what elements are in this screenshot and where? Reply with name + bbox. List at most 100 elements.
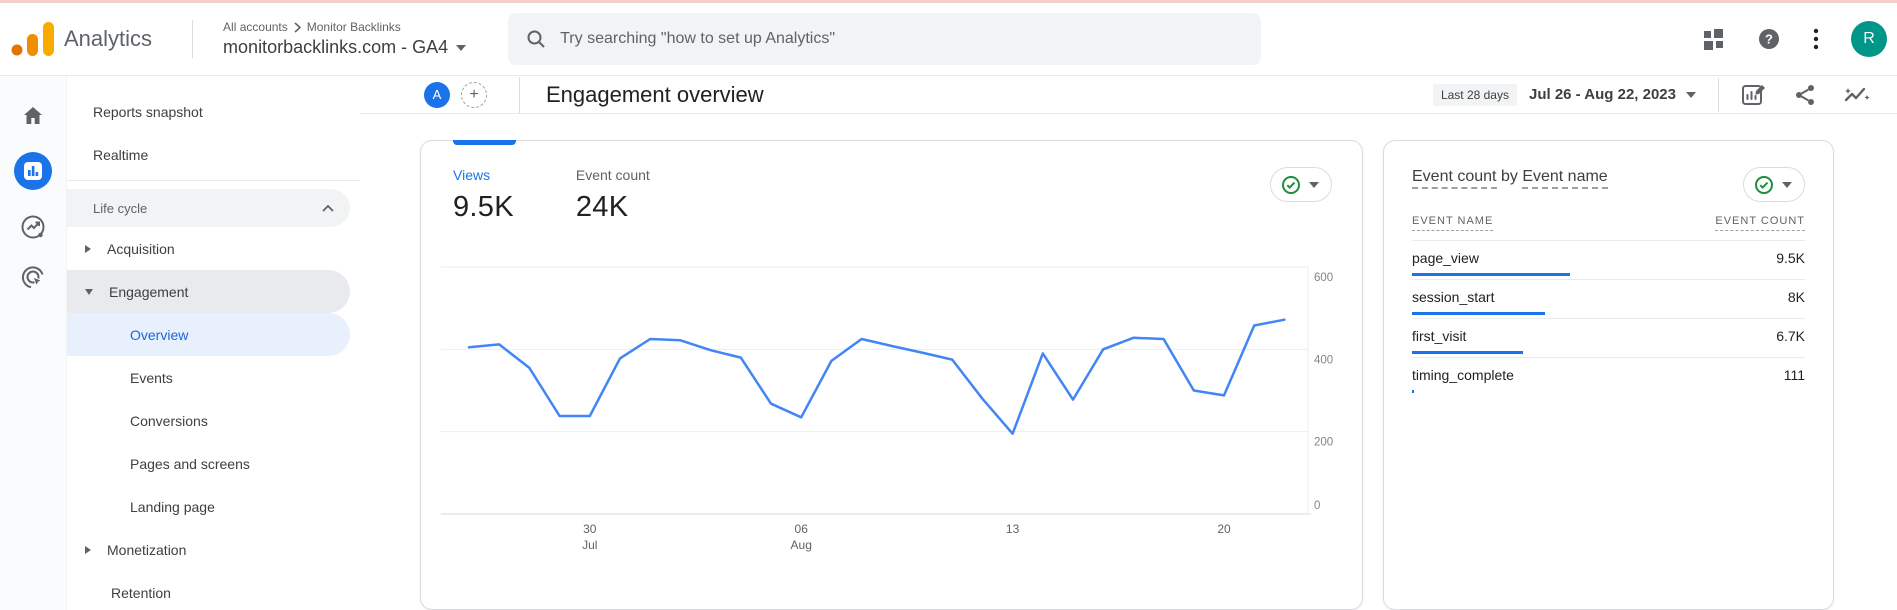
column-header-event-count[interactable]: EVENT COUNT	[1715, 215, 1805, 231]
svg-text:?: ?	[1765, 32, 1773, 47]
event-table: EVENT NAME EVENT COUNT page_view 9.5K	[1384, 189, 1833, 393]
date-caret-icon	[1686, 92, 1696, 98]
appbar-actions: ? R	[1703, 21, 1897, 57]
views-line-chart[interactable]: 600400200030Jul06Aug1320	[421, 241, 1364, 601]
title-metric[interactable]: Event count	[1412, 168, 1497, 189]
svg-text:13: 13	[1006, 522, 1020, 536]
appbar-divider	[192, 20, 193, 58]
sidebar-item-reports-snapshot[interactable]: Reports snapshot	[67, 90, 350, 133]
event-count-card: Event count by Event name	[1383, 140, 1834, 610]
active-metric-tab-indicator	[453, 140, 516, 145]
event-bar	[1412, 390, 1414, 393]
apps-grid-icon[interactable]	[1703, 28, 1725, 50]
sidebar-item-label: Acquisition	[107, 241, 175, 257]
sidebar-item-label: Realtime	[93, 147, 148, 163]
section-label: Life cycle	[93, 201, 147, 216]
sidebar-item-events[interactable]: Events	[67, 356, 350, 399]
event-name[interactable]: page_view	[1412, 250, 1479, 266]
property-selector[interactable]: monitorbacklinks.com - GA4	[223, 37, 466, 58]
metric-label: Views	[453, 167, 514, 183]
data-quality-dropdown[interactable]	[1743, 167, 1805, 202]
sidebar-item-acquisition[interactable]: Acquisition	[67, 227, 350, 270]
sidebar-item-label: Pages and screens	[130, 456, 250, 472]
sidebar-section-life-cycle[interactable]: Life cycle	[67, 189, 350, 227]
sidebar-item-label: Reports snapshot	[93, 104, 203, 120]
breadcrumb-account[interactable]: Monitor Backlinks	[307, 20, 401, 34]
comparison-a-chip[interactable]: A	[424, 82, 450, 108]
metric-label: Event count	[576, 167, 650, 183]
collapse-section-icon[interactable]	[322, 204, 334, 212]
event-count: 9.5K	[1776, 250, 1805, 266]
collapse-icon	[85, 289, 93, 295]
column-header-event-name[interactable]: EVENT NAME	[1412, 215, 1493, 231]
svg-text:Aug: Aug	[791, 538, 812, 552]
avatar[interactable]: R	[1851, 21, 1887, 57]
svg-text:600: 600	[1314, 272, 1333, 284]
metric-tab-event-count[interactable]: Event count 24K	[576, 167, 650, 224]
account-property-switcher[interactable]: All accounts Monitor Backlinks monitorba…	[223, 20, 466, 58]
date-range-picker[interactable]: Jul 26 - Aug 22, 2023	[1529, 86, 1696, 103]
event-bar	[1412, 351, 1523, 354]
breadcrumb-all-accounts[interactable]: All accounts	[223, 20, 288, 34]
explore-nav-icon[interactable]	[20, 214, 46, 240]
sidebar-item-landing-page[interactable]: Landing page	[67, 485, 350, 528]
svg-text:200: 200	[1314, 437, 1333, 449]
share-icon[interactable]	[1793, 83, 1817, 107]
event-name[interactable]: first_visit	[1412, 328, 1466, 344]
event-name[interactable]: session_start	[1412, 289, 1494, 305]
title-dimension[interactable]: Event name	[1522, 168, 1607, 189]
svg-text:06: 06	[795, 522, 809, 536]
svg-text:20: 20	[1217, 522, 1231, 536]
help-icon[interactable]: ?	[1757, 27, 1781, 51]
table-row[interactable]: session_start 8K	[1412, 280, 1805, 319]
property-name: monitorbacklinks.com - GA4	[223, 37, 448, 58]
analytics-logo-icon	[10, 22, 56, 56]
sidebar-item-realtime[interactable]: Realtime	[67, 133, 350, 176]
sidebar-item-overview[interactable]: Overview	[67, 313, 350, 356]
views-trend-card: Views 9.5K Event count 24K	[420, 140, 1363, 610]
metric-value: 24K	[576, 191, 650, 224]
event-count: 8K	[1788, 289, 1805, 305]
more-vert-icon[interactable]	[1813, 28, 1819, 50]
svg-text:400: 400	[1314, 354, 1333, 366]
event-bar	[1412, 312, 1545, 315]
reports-nav-icon[interactable]	[14, 152, 52, 190]
event-count: 111	[1784, 367, 1805, 383]
left-icon-rail	[0, 76, 67, 610]
title-by: by	[1501, 168, 1518, 185]
search-bar[interactable]	[508, 13, 1261, 65]
metric-tab-views[interactable]: Views 9.5K	[453, 167, 514, 224]
sidebar-item-retention[interactable]: Retention	[67, 571, 350, 610]
sidebar-item-monetization[interactable]: Monetization	[67, 528, 350, 571]
sidebar-item-pages-and-screens[interactable]: Pages and screens	[67, 442, 350, 485]
table-row[interactable]: first_visit 6.7K	[1412, 319, 1805, 358]
breadcrumb-chevron-icon	[294, 22, 301, 33]
data-quality-dropdown[interactable]	[1270, 167, 1332, 202]
pill-caret-icon	[1309, 182, 1319, 188]
page-title: Engagement overview	[546, 82, 764, 108]
advertising-nav-icon[interactable]	[20, 264, 46, 290]
event-card-title: Event count by Event name	[1412, 165, 1608, 189]
event-name[interactable]: timing_complete	[1412, 367, 1514, 383]
breadcrumb: All accounts Monitor Backlinks	[223, 20, 466, 34]
home-icon[interactable]	[21, 104, 45, 128]
svg-text:Jul: Jul	[582, 538, 597, 552]
sidebar-item-engagement[interactable]: Engagement	[67, 270, 350, 313]
sidebar-item-label: Landing page	[130, 499, 215, 515]
search-input[interactable]	[560, 30, 1200, 48]
sidebar-item-conversions[interactable]: Conversions	[67, 399, 350, 442]
sidebar-item-label: Retention	[111, 585, 171, 601]
insights-icon[interactable]	[1843, 83, 1871, 107]
comparison-letter: A	[433, 87, 442, 102]
report-content: A + Engagement overview Last 28 days Jul…	[360, 76, 1897, 610]
table-row[interactable]: page_view 9.5K	[1412, 241, 1805, 280]
app-bar: Analytics All accounts Monitor Backlinks…	[0, 3, 1897, 76]
metric-value: 9.5K	[453, 191, 514, 224]
sidebar-item-label: Engagement	[109, 284, 188, 300]
property-caret-icon	[456, 45, 466, 51]
customize-report-icon[interactable]	[1741, 82, 1767, 108]
pill-caret-icon	[1782, 182, 1792, 188]
table-row[interactable]: timing_complete 111	[1412, 358, 1805, 393]
add-comparison-button[interactable]: +	[461, 82, 487, 108]
svg-text:30: 30	[583, 522, 597, 536]
